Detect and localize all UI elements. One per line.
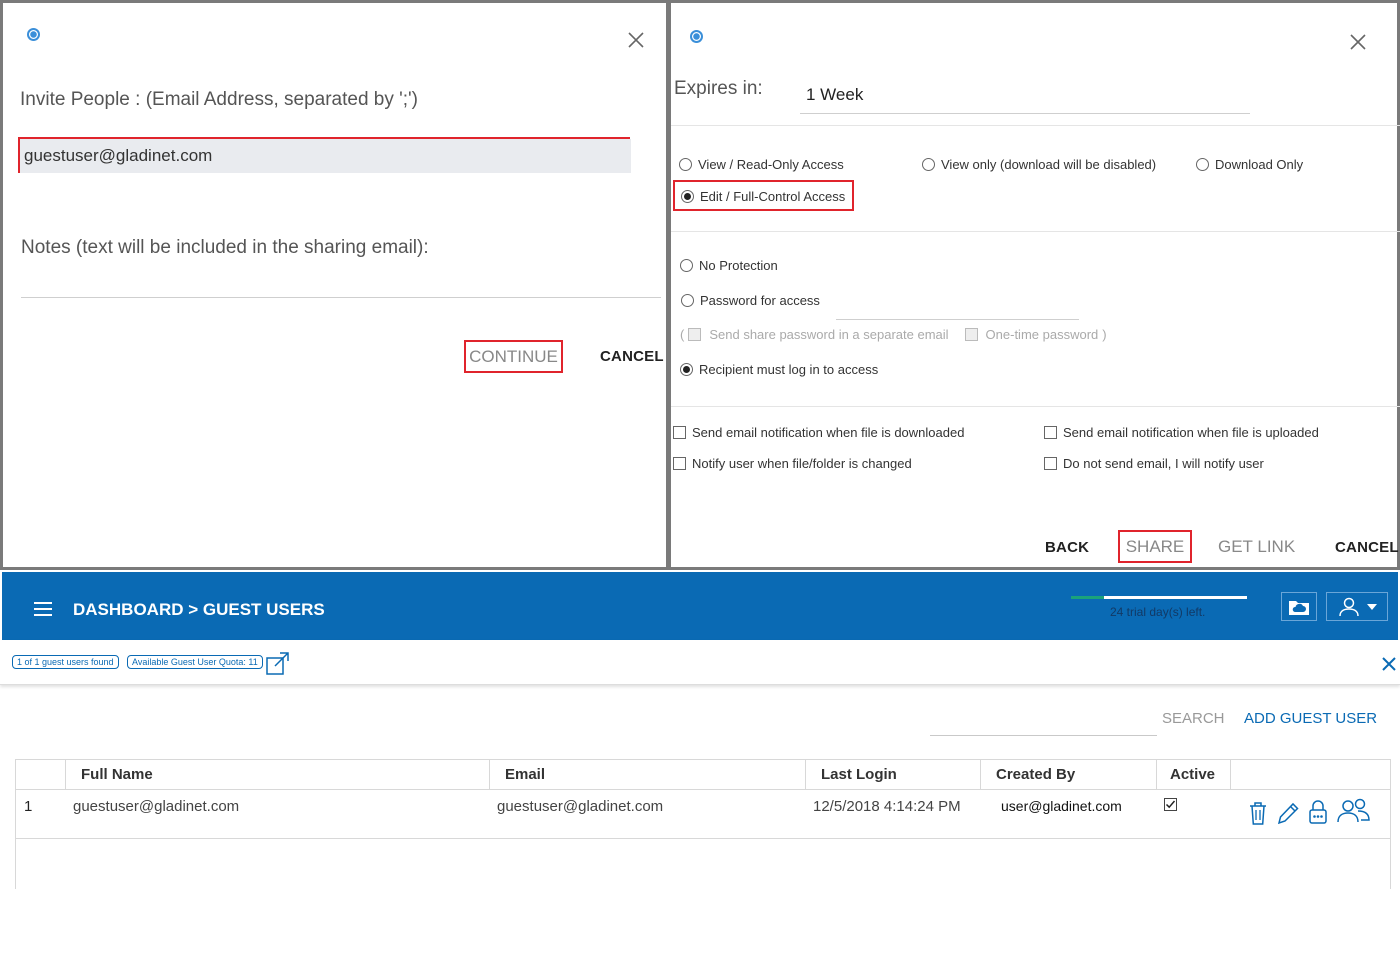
table-row-divider [15,838,1391,839]
checkbox-one-time-password[interactable] [964,328,978,341]
guest-quota-badge: Available Guest User Quota: 11 [127,655,263,669]
radio-password-access[interactable] [681,294,694,307]
get-link-button[interactable]: GET LINK [1218,537,1295,557]
radio-view-only[interactable] [922,158,935,171]
row-last-login: 12/5/2018 4:14:24 PM [813,798,961,815]
row-active-checkbox[interactable] [1164,798,1177,816]
checkbox-separate-email[interactable] [688,328,702,341]
invite-email-input[interactable]: guestuser@gladinet.com [20,139,631,173]
divider [671,125,1400,126]
app-logo-icon [27,28,40,41]
share-button[interactable]: SHARE [1118,530,1192,563]
column-header-full-name[interactable]: Full Name [81,766,153,783]
checkbox-email-upload[interactable] [1044,426,1057,439]
invite-dialog: Invite People : (Email Address, separate… [0,0,669,570]
edit-icon[interactable] [1276,800,1300,826]
trial-days-text: 24 trial day(s) left. [1110,605,1206,619]
share-dialog: Expires in: 1 Week View / Read-Only Acce… [668,0,1400,570]
notify-file-changed[interactable]: Notify user when file/folder is changed [673,456,912,471]
column-header-created-by[interactable]: Created By [996,766,1075,783]
close-icon[interactable] [1348,32,1368,52]
app-logo-icon [690,30,703,43]
row-email: guestuser@gladinet.com [497,798,664,815]
access-edit-full-control[interactable]: Edit / Full-Control Access [681,189,845,204]
cloud-folder-button[interactable] [1281,592,1317,621]
notes-input-underline[interactable] [21,297,661,298]
continue-button-label: CONTINUE [469,346,558,366]
radio-view-readonly[interactable] [679,158,692,171]
column-header-last-login[interactable]: Last Login [821,766,897,783]
checkbox-no-email[interactable] [1044,457,1057,470]
password-input-underline[interactable] [836,319,1079,320]
notify-email-download[interactable]: Send email notification when file is dow… [673,425,964,440]
checkbox-email-download[interactable] [673,426,686,439]
expires-underline [800,113,1250,114]
close-icon[interactable] [1381,656,1397,677]
row-full-name: guestuser@gladinet.com [73,798,240,815]
invite-label: Invite People : (Email Address, separate… [20,89,419,110]
trial-progress-bar [1071,596,1247,599]
protection-none[interactable]: No Protection [680,258,778,273]
external-link-icon[interactable] [265,650,291,681]
radio-download-only[interactable] [1196,158,1209,171]
search-button[interactable]: SEARCH [1162,710,1225,727]
protection-password[interactable]: Password for access [681,293,820,308]
cancel-button[interactable]: CANCEL [1335,539,1399,556]
cancel-button[interactable]: CANCEL [600,348,664,365]
column-header-email[interactable]: Email [505,766,545,783]
radio-recipient-login[interactable] [680,363,693,376]
notify-email-upload[interactable]: Send email notification when file is upl… [1044,425,1319,440]
divider [671,406,1400,407]
radio-no-protection[interactable] [680,259,693,272]
notes-label: Notes (text will be included in the shar… [21,237,429,258]
access-edit-highlight: Edit / Full-Control Access [673,180,854,211]
share-button-label: SHARE [1125,536,1185,556]
radio-edit-full-control[interactable] [681,190,694,203]
divider [671,231,1400,232]
breadcrumb: DASHBOARD > GUEST USERS [73,600,325,619]
guest-count-badge: 1 of 1 guest users found [12,655,119,669]
access-view-readonly[interactable]: View / Read-Only Access [679,157,844,172]
add-guest-user-button[interactable]: ADD GUEST USER [1244,710,1377,727]
password-options-group: ( Send share password in a separate emai… [680,327,1107,342]
search-input[interactable] [930,735,1157,736]
delete-icon[interactable] [1246,800,1270,826]
access-download-only[interactable]: Download Only [1196,157,1303,172]
access-view-only[interactable]: View only (download will be disabled) [922,157,1156,172]
user-icon [1339,597,1359,616]
trial-progress-fill [1071,596,1105,599]
checkbox-checked-icon [1164,798,1177,811]
expires-label: Expires in: [674,78,763,99]
continue-button[interactable]: CONTINUE [464,340,563,373]
notify-no-email[interactable]: Do not send email, I will notify user [1044,456,1264,471]
row-index: 1 [24,798,33,815]
expires-value[interactable]: 1 Week [806,85,863,105]
table-header-divider [15,789,1391,790]
back-button[interactable]: BACK [1045,539,1089,556]
user-menu-button[interactable] [1326,592,1388,621]
group-users-icon[interactable] [1336,798,1372,829]
protection-recipient-login[interactable]: Recipient must log in to access [680,362,878,377]
menu-icon[interactable] [34,602,52,616]
app-header: DASHBOARD > GUEST USERS 24 trial day(s) … [2,572,1398,640]
lock-icon[interactable] [1306,799,1330,825]
chevron-down-icon [1367,603,1377,610]
checkbox-file-changed[interactable] [673,457,686,470]
column-header-active[interactable]: Active [1170,766,1215,783]
cloud-folder-icon [1289,600,1309,615]
invite-email-highlight: guestuser@gladinet.com [18,137,631,173]
row-created-by: user@gladinet.com [1001,798,1122,814]
close-icon[interactable] [626,30,646,50]
